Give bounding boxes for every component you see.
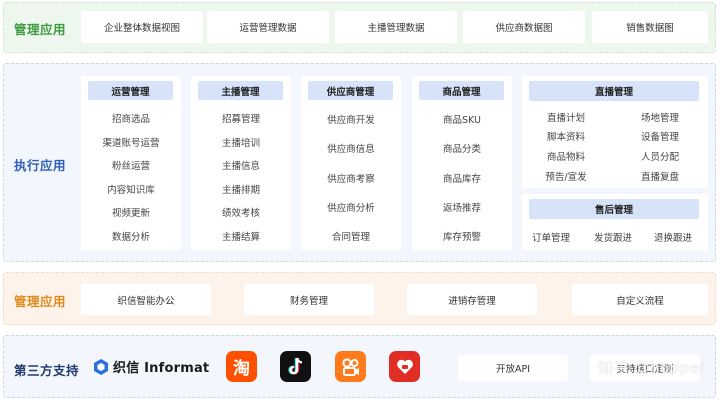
menu-item[interactable]: 返场推荐 [443, 200, 481, 214]
menu-item[interactable]: 渠道账号运营 [102, 135, 159, 149]
column-header: 运营管理 [88, 81, 173, 100]
column-header: 供应商管理 [308, 81, 393, 100]
management-card[interactable]: 织信智能办公 [81, 284, 211, 315]
menu-item[interactable]: 数据分析 [112, 229, 150, 243]
management-card[interactable]: 财务管理 [244, 284, 374, 315]
menu-item[interactable]: 脚本资料 [547, 129, 585, 143]
menu-item[interactable]: 主播信息 [222, 158, 260, 172]
menu-item[interactable]: 内容知识库 [107, 182, 155, 196]
menu-item[interactable]: 绩效考核 [222, 205, 260, 219]
layer-title: 执行应用 [14, 158, 67, 173]
menu-item[interactable]: 发货跟进 [594, 230, 632, 244]
api-card[interactable]: 开放API [458, 355, 568, 381]
menu-item[interactable]: 粉丝运营 [112, 158, 150, 172]
menu-item[interactable]: 主播排期 [222, 182, 260, 196]
informat-logo-icon [94, 358, 108, 375]
column-header: 商品管理 [419, 81, 504, 100]
column-header: 主播管理 [198, 81, 283, 100]
operations-column: 运营管理 招商选品 渠道账号运营 粉丝运营 内容知识库 视频更新 数据分析 [81, 76, 181, 250]
live-management-card: 直播管理 直播计划 场地管理 脚本资料 设备管理 商品物料 人员分配 预告/宣发… [522, 76, 708, 188]
data-view-card[interactable]: 销售数据图 [592, 11, 708, 43]
management-card[interactable]: 进销存管理 [407, 284, 537, 315]
pinduoduo-icon[interactable] [389, 351, 420, 382]
execution-layer: 执行应用 运营管理 招商选品 渠道账号运营 粉丝运营 内容知识库 视频更新 数据… [3, 63, 716, 262]
menu-item[interactable]: 商品分类 [443, 141, 481, 155]
layer-title: 管理应用 [14, 294, 67, 309]
menu-item[interactable]: 商品物料 [547, 149, 585, 163]
taobao-icon[interactable]: 淘 [226, 351, 257, 382]
column-header: 售后管理 [529, 199, 699, 219]
menu-item[interactable]: 预告/宣发 [545, 169, 586, 183]
taobao-glyph: 淘 [233, 359, 250, 379]
douyin-note-icon [287, 357, 302, 374]
menu-item[interactable]: 商品SKU [443, 112, 481, 126]
menu-item[interactable]: 库存预警 [443, 229, 481, 243]
kuaishou-icon[interactable] [335, 351, 366, 382]
column-header: 直播管理 [529, 81, 699, 101]
product-column: 商品管理 商品SKU 商品分类 商品库存 返场推荐 库存预警 [412, 76, 512, 250]
management-layer: 管理应用 织信智能办公 财务管理 进销存管理 自定义流程 [3, 272, 716, 325]
menu-item[interactable]: 供应商信息 [327, 141, 375, 155]
douyin-icon[interactable] [280, 351, 311, 382]
menu-item[interactable]: 人员分配 [641, 149, 679, 163]
after-sale-card: 售后管理 订单管理 发货跟进 退换跟进 [522, 194, 708, 250]
pinduoduo-heart-icon [396, 359, 413, 374]
layer-title: 管理应用 [14, 22, 67, 37]
management-card[interactable]: 自定义流程 [572, 284, 708, 315]
api-custom-card[interactable]: 支持接口定制 [590, 355, 700, 381]
top-management-layer: 管理应用 企业整体数据视图 运营管理数据 主播管理数据 供应商数据图 销售数据图 [3, 2, 716, 53]
menu-item[interactable]: 设备管理 [641, 129, 679, 143]
informat-brand-name: 织信 Informat [113, 361, 210, 376]
data-view-card[interactable]: 主播管理数据 [335, 11, 457, 43]
menu-item[interactable]: 场地管理 [641, 110, 679, 124]
menu-item[interactable]: 直播复盘 [641, 169, 679, 183]
menu-item[interactable]: 直播计划 [547, 110, 585, 124]
layer-title: 第三方支持 [14, 363, 80, 378]
data-view-card[interactable]: 供应商数据图 [463, 11, 585, 43]
data-view-card[interactable]: 企业整体数据视图 [81, 11, 203, 43]
data-view-card[interactable]: 运营管理数据 [207, 11, 329, 43]
menu-item[interactable]: 主播培训 [222, 135, 260, 149]
menu-item[interactable]: 招募管理 [222, 111, 260, 125]
menu-item[interactable]: 订单管理 [532, 230, 570, 244]
third-party-layer: 第三方支持 织信 Informat 淘 开放API 支持接口定制 [3, 335, 716, 398]
menu-item[interactable]: 视频更新 [112, 205, 150, 219]
menu-item[interactable]: 退换跟进 [654, 230, 692, 244]
menu-item[interactable]: 招商选品 [112, 111, 150, 125]
menu-item[interactable]: 供应商分析 [327, 200, 375, 214]
menu-item[interactable]: 合同管理 [332, 229, 370, 243]
menu-item[interactable]: 供应商考察 [327, 171, 375, 185]
menu-item[interactable]: 主播结算 [222, 229, 260, 243]
kuaishou-camera-icon [341, 357, 359, 376]
supplier-column: 供应商管理 供应商开发 供应商信息 供应商考察 供应商分析 合同管理 [301, 76, 401, 250]
menu-item[interactable]: 供应商开发 [327, 112, 375, 126]
menu-item[interactable]: 商品库存 [443, 171, 481, 185]
anchor-column: 主播管理 招募管理 主播培训 主播信息 主播排期 绩效考核 主播结算 [191, 76, 291, 250]
informat-logo: 织信 Informat [94, 357, 209, 376]
